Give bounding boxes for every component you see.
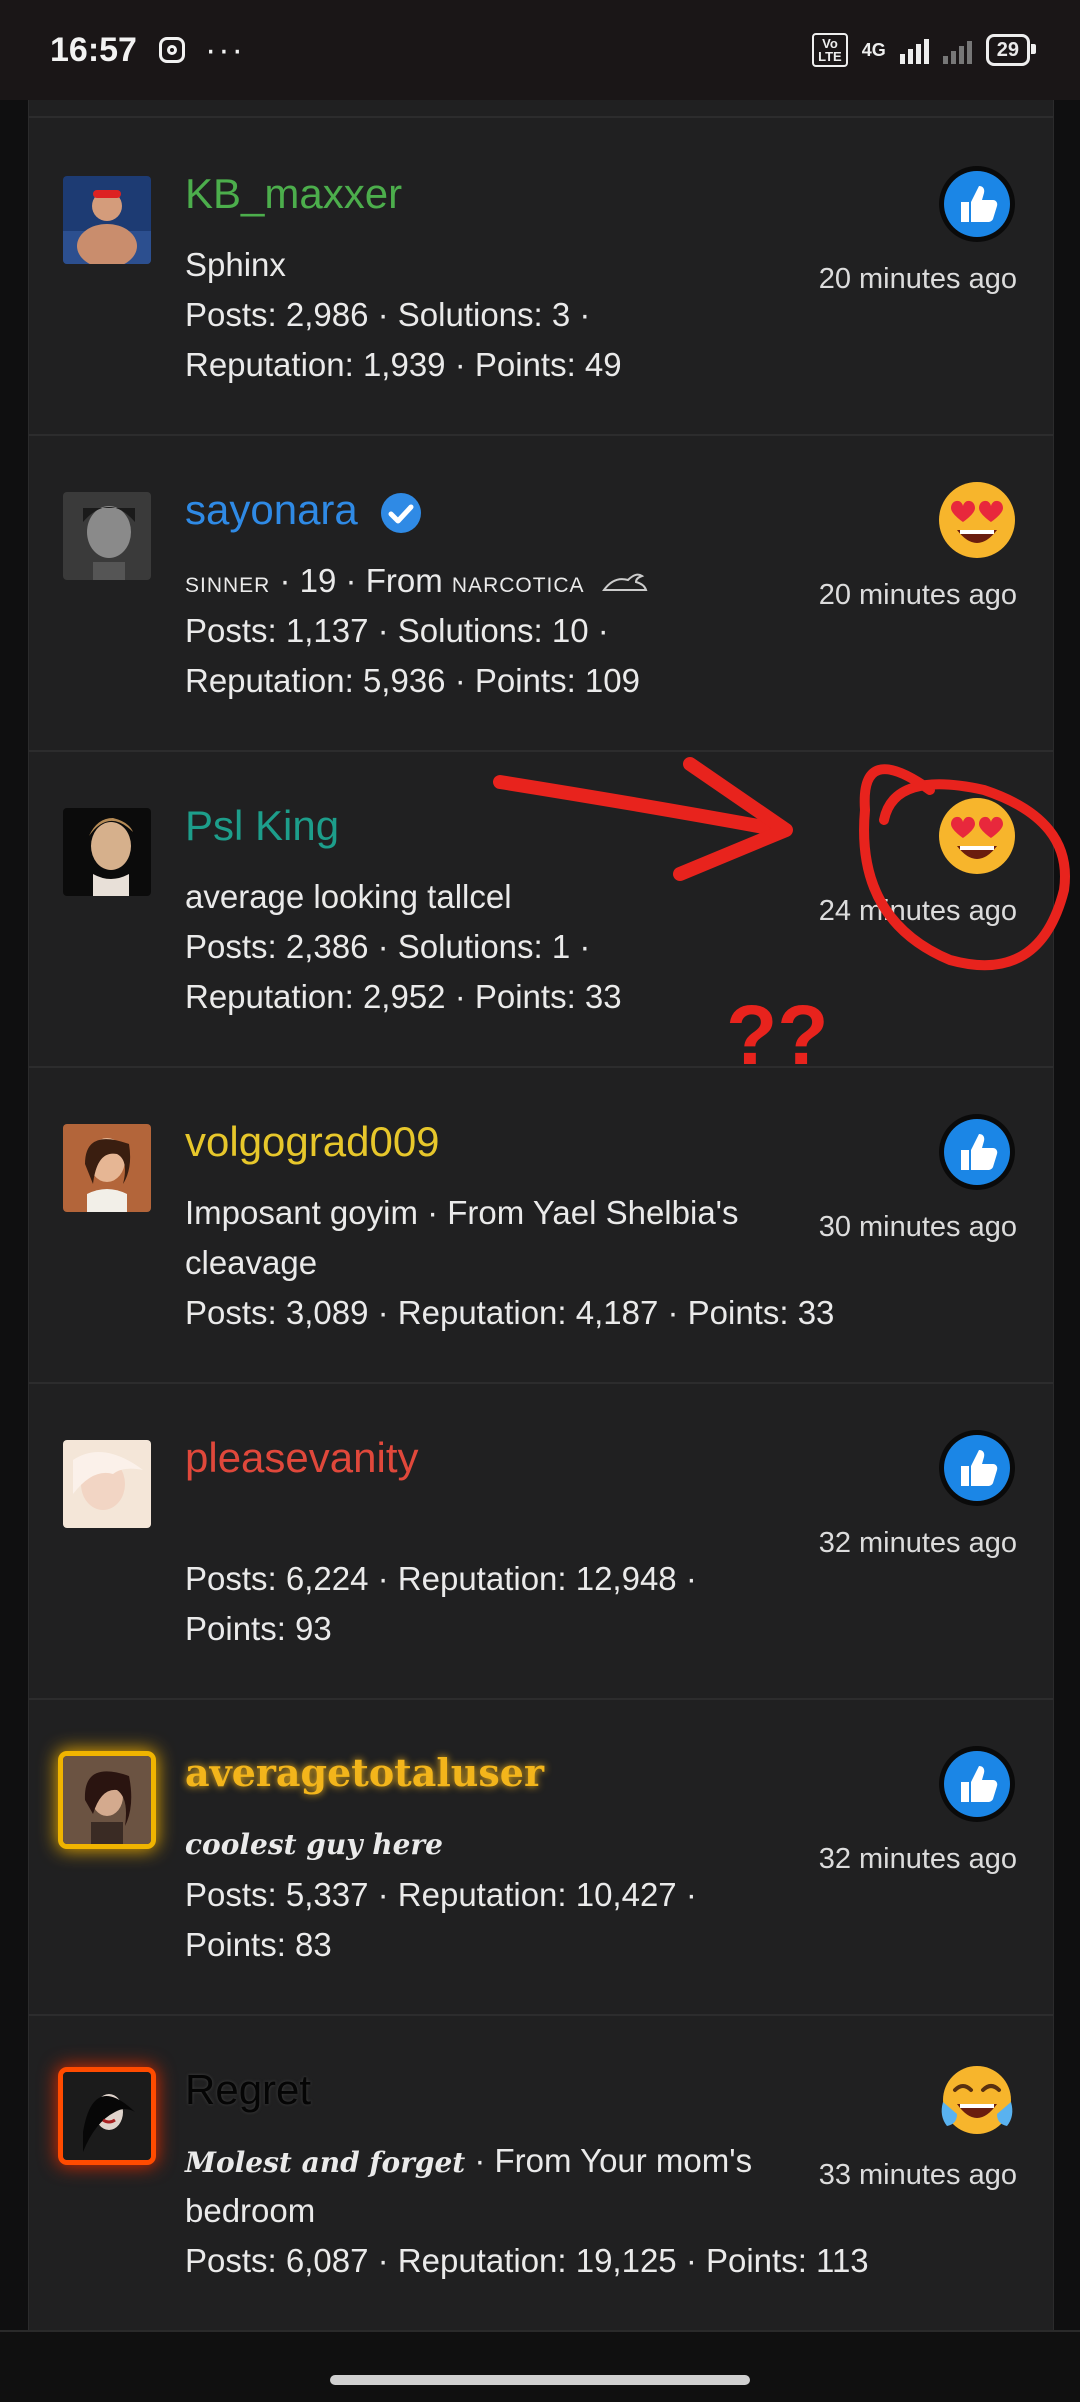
user-title: coolest guy here [185, 1828, 443, 1861]
reaction-time: 20 minutes ago [818, 579, 1017, 611]
list-item: pleasevanity Posts: 6,224 · Reputation: … [29, 1382, 1053, 1700]
list-item: Regret Molest and forget · From Your mom… [29, 2014, 1053, 2332]
avatar[interactable] [63, 808, 151, 896]
heart-eyes-icon [939, 798, 1015, 874]
reactions-list: KB_maxxer Sphinx Posts: 2,986 · Solution… [28, 100, 1054, 2332]
user-stats: Reputation: 1,939 · Points: 49 [185, 346, 622, 383]
list-item: averagetotaluser coolest guy here Posts:… [29, 1698, 1053, 2016]
reaction-time: 32 minutes ago [818, 1527, 1017, 1559]
username[interactable]: volgograd009 [185, 1118, 440, 1166]
username[interactable]: Regret [185, 2066, 311, 2114]
user-title: bedroom [185, 2192, 316, 2229]
thumbs-up-icon [939, 166, 1015, 242]
username[interactable]: averagetotaluser [185, 1750, 544, 1795]
network-type: 4G [861, 39, 886, 60]
username[interactable]: sayonara [185, 486, 423, 535]
user-title: Sphinx [185, 246, 286, 283]
reaction-time: 32 minutes ago [818, 1843, 1017, 1875]
user-title-part: · 19 · From [270, 562, 452, 599]
user-stats: Posts: 1,137 · Solutions: 10 · [185, 612, 609, 649]
heart-eyes-icon [939, 482, 1015, 558]
user-title: cleavage [185, 1244, 318, 1281]
user-title-part: sinner [185, 566, 271, 599]
username-text[interactable]: sayonara [185, 486, 358, 533]
volte-icon: Vo LTE [812, 33, 848, 67]
user-title: average looking tallcel [185, 878, 512, 915]
list-item: volgograd009 Imposant goyim · From Yael … [29, 1066, 1053, 1384]
user-stats: Points: 93 [185, 1610, 332, 1647]
avatar[interactable] [63, 2072, 151, 2160]
thumbs-up-icon [939, 1114, 1015, 1190]
user-title: sinner · 19 · From narcotica [185, 562, 652, 600]
status-bar: 16:57 ··· Vo LTE 4G 29 [0, 0, 1080, 100]
home-indicator[interactable] [330, 2375, 750, 2385]
username[interactable]: Psl King [185, 802, 339, 850]
list-item: KB_maxxer Sphinx Posts: 2,986 · Solution… [29, 118, 1053, 436]
user-stats: Reputation: 2,952 · Points: 33 [185, 978, 622, 1015]
username[interactable]: KB_maxxer [185, 170, 402, 218]
user-stats: Posts: 3,089 · Reputation: 4,187 · Point… [185, 1294, 835, 1331]
gesture-bar [0, 2330, 1080, 2402]
reaction-time: 24 minutes ago [818, 895, 1017, 927]
verified-badge-icon [381, 492, 422, 533]
avatar[interactable] [63, 176, 151, 264]
reaction-time: 20 minutes ago [818, 263, 1017, 295]
list-item: Psl King average looking tallcel Posts: … [29, 750, 1053, 1068]
user-stats: Posts: 6,087 · Reputation: 19,125 · Poin… [185, 2242, 869, 2279]
battery-icon: 29 [985, 34, 1037, 66]
user-stats: Posts: 2,386 · Solutions: 1 · [185, 928, 591, 965]
more-notifications-icon: ··· [204, 30, 245, 69]
thumbs-up-icon [939, 1746, 1015, 1822]
signal-icon [899, 36, 929, 64]
avatar[interactable] [63, 1124, 151, 1212]
user-title: Imposant goyim · From Yael Shelbia's [185, 1194, 739, 1231]
user-stats: Posts: 6,224 · Reputation: 12,948 · [185, 1560, 697, 1597]
user-title-part: narcotica [451, 566, 585, 599]
thumbs-up-icon [939, 1430, 1015, 1506]
reaction-time: 33 minutes ago [818, 2159, 1017, 2191]
instagram-icon [158, 37, 185, 63]
rabbit-icon [601, 573, 648, 592]
list-item: sayonara sinner · 19 · From narcotica Po… [29, 434, 1053, 752]
user-stats: Posts: 5,337 · Reputation: 10,427 · [185, 1876, 697, 1913]
user-stats: Reputation: 5,936 · Points: 109 [185, 662, 640, 699]
user-title-part: Molest and forget [185, 2146, 466, 2179]
user-title: Molest and forget · From Your mom's [185, 2142, 752, 2180]
user-stats: Points: 83 [185, 1926, 332, 1963]
reaction-time: 30 minutes ago [818, 1211, 1017, 1243]
user-stats: Posts: 2,986 · Solutions: 3 · [185, 296, 591, 333]
avatar[interactable] [63, 1440, 151, 1528]
avatar[interactable] [63, 1756, 151, 1844]
username[interactable]: pleasevanity [185, 1434, 418, 1482]
user-title-part: · From Your mom's [465, 2142, 753, 2179]
tears-of-joy-icon [941, 2066, 1013, 2134]
signal-sim2-icon [942, 36, 972, 64]
status-time: 16:57 [50, 30, 137, 69]
avatar[interactable] [63, 492, 151, 580]
